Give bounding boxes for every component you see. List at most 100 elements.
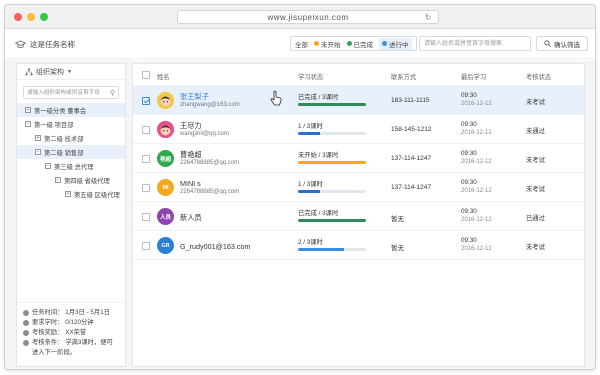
- avatar: [157, 92, 174, 109]
- expand-icon[interactable]: +: [65, 191, 71, 197]
- study-status: 已完成 / 3课时: [298, 210, 339, 217]
- last-study-date: 2016-12-12: [461, 246, 492, 252]
- collapse-icon[interactable]: −: [35, 149, 41, 155]
- tree-item-project-dept[interactable]: − 第一级 项目部: [17, 117, 125, 131]
- select-all-checkbox[interactable]: [142, 71, 150, 79]
- row-checkbox[interactable]: [142, 155, 150, 163]
- minimize-window-button[interactable]: [27, 13, 35, 21]
- filter-in-progress-label: 进行中: [389, 41, 409, 49]
- window-controls: [14, 13, 48, 21]
- exam-status: 未考试: [526, 186, 545, 193]
- avatar-face-icon: [157, 121, 174, 138]
- org-sidebar: 组织架构 ▼ 请输入组织架构或拼音首字母 ⚲ + 第一级分类 董事会 − 第一级…: [16, 63, 126, 367]
- avatar-face-icon: [157, 92, 174, 109]
- contact-phone: 137-114-1247: [391, 155, 431, 162]
- filter-completed-label: 已完成: [353, 41, 374, 49]
- header-name: 姓名: [157, 74, 170, 81]
- tree-item-district-agent[interactable]: + 第五级 区级代理: [17, 187, 125, 201]
- filter-in-progress[interactable]: 进行中: [379, 37, 412, 50]
- exam-status: 未通过: [526, 128, 545, 135]
- contact-phone: 183-111-1115: [391, 97, 430, 104]
- reload-icon[interactable]: ↻: [425, 11, 432, 24]
- close-window-button[interactable]: [14, 13, 22, 21]
- contact-phone: 暂无: [391, 216, 404, 223]
- browser-window: www.jisupeixun.com ↻ 这是任务名称 全部 未开始 已完成 进…: [4, 4, 596, 370]
- tree-item-board[interactable]: + 第一级分类 董事会: [17, 103, 125, 117]
- contact-phone: 暂无: [391, 245, 404, 252]
- member-name[interactable]: 张王梨子: [180, 92, 209, 102]
- collapse-icon[interactable]: −: [55, 177, 61, 183]
- table-row[interactable]: GR G_rudy001@163.com 2 / 3课时 暂无 09:30 2016-12…: [133, 231, 584, 260]
- member-table: 姓名 学习状态 联系方式 最后学习 考核状态 张王梨子 zhangwang@163…: [132, 63, 585, 367]
- member-search-input[interactable]: 请输入姓名或拼音首字母搜索: [419, 36, 531, 51]
- table-row[interactable]: 艳超 曹艳超 2264788885@qq.com 未开始 / 3课时 137-114-1…: [133, 144, 584, 173]
- task-toolbar: 这是任务名称 全部 未开始 已完成 进行中 请输入姓名或拼音首字母搜索 确认筛选: [5, 29, 595, 59]
- row-checkbox[interactable]: [142, 242, 150, 250]
- search-icon[interactable]: ⚲: [110, 88, 115, 98]
- table-row[interactable]: 张王梨子 zhangwang@163.com 已完成 / 3课时 183-111-11…: [133, 86, 584, 115]
- table-row[interactable]: 人员 新人员 已完成 / 3课时 暂无 09:30 2016-12-12 已通过: [133, 202, 584, 231]
- tree-item-province-agent[interactable]: − 第四级 省级代理: [17, 173, 125, 187]
- tree-item-general-agent[interactable]: − 第三级 总代理: [17, 159, 125, 173]
- collapse-icon[interactable]: −: [45, 163, 51, 169]
- progress-bar: [298, 132, 366, 135]
- tree-item-tech-dept[interactable]: + 第二级 技术部: [17, 131, 125, 145]
- address-bar[interactable]: www.jisupeixun.com ↻: [177, 10, 439, 24]
- avatar: MI: [157, 179, 174, 196]
- filter-all[interactable]: 全部: [295, 39, 308, 49]
- header-contact: 联系方式: [391, 74, 417, 81]
- study-status: 1 / 3课时: [298, 181, 323, 188]
- exam-status: 未考试: [526, 99, 545, 106]
- last-study-time: 09:30: [461, 92, 477, 99]
- contact-phone: 137-114-1247: [391, 184, 431, 191]
- header-last-study: 最后学习: [461, 74, 487, 81]
- confirm-filter-button[interactable]: 确认筛选: [536, 36, 588, 51]
- progress-bar: [298, 161, 366, 164]
- tree-item-label: 第一级分类 董事会: [34, 107, 87, 115]
- progress-fill: [298, 103, 366, 106]
- filter-all-label: 全部: [295, 41, 308, 49]
- filter-not-started-label: 未开始: [321, 41, 341, 49]
- row-checkbox[interactable]: [142, 184, 150, 192]
- status-dot-icon: [314, 41, 319, 46]
- table-row[interactable]: MI MINI s 2264788885@qq.com 1 / 3课时 137-114-…: [133, 173, 584, 202]
- filter-not-started[interactable]: 未开始: [314, 39, 341, 49]
- condition-icon: [23, 340, 29, 346]
- header-exam-status: 考核状态: [526, 74, 552, 81]
- tree-item-label: 第四级 省级代理: [64, 177, 110, 185]
- search-icon: [544, 40, 551, 47]
- reward-text: 考核奖励： XX荣誉: [32, 329, 87, 336]
- browser-titlebar: www.jisupeixun.com ↻: [5, 5, 595, 29]
- org-search-input[interactable]: 请输入组织架构或拼音首字母 ⚲: [23, 86, 119, 99]
- org-header[interactable]: 组织架构 ▼: [17, 64, 125, 80]
- tree-item-sales-dept[interactable]: − 第二级 销售部: [17, 145, 125, 159]
- study-status: 2 / 3课时: [298, 239, 323, 246]
- exam-status: 未考试: [526, 244, 545, 251]
- progress-fill: [298, 132, 321, 135]
- last-study-date: 2016-12-12: [461, 217, 492, 223]
- row-checkbox[interactable]: [142, 97, 150, 105]
- progress-fill: [298, 161, 366, 164]
- hourglass-icon: [23, 320, 29, 326]
- collapse-icon[interactable]: −: [25, 121, 31, 127]
- progress-bar: [298, 103, 366, 106]
- expand-icon[interactable]: +: [25, 107, 31, 113]
- member-email: 2264788885@qq.com: [180, 160, 240, 166]
- maximize-window-button[interactable]: [40, 13, 48, 21]
- table-header: 姓名 学习状态 联系方式 最后学习 考核状态: [133, 64, 584, 86]
- member-email: 2264788885@qq.com: [180, 189, 240, 195]
- member-search-placeholder: 请输入姓名或拼音首字母搜索: [424, 41, 503, 47]
- trophy-icon: [23, 330, 29, 336]
- condition-row: 考核条件： 学满3课时，便可进入下一阶段。: [23, 338, 119, 358]
- member-name: 王尽力: [180, 121, 202, 130]
- expand-icon[interactable]: +: [35, 135, 41, 141]
- filter-completed[interactable]: 已完成: [346, 39, 374, 49]
- hand-cursor-icon: [270, 90, 282, 106]
- avatar: GR: [157, 237, 174, 254]
- last-study-date: 2016-12-12: [461, 101, 492, 107]
- table-row[interactable]: 王尽力 wangjinli@qq.com 1 / 3课时 158-145-1212 09…: [133, 115, 584, 144]
- row-checkbox[interactable]: [142, 213, 150, 221]
- row-checkbox[interactable]: [142, 126, 150, 134]
- clock-icon: [23, 310, 29, 316]
- url-text: www.jisupeixun.com: [267, 13, 349, 22]
